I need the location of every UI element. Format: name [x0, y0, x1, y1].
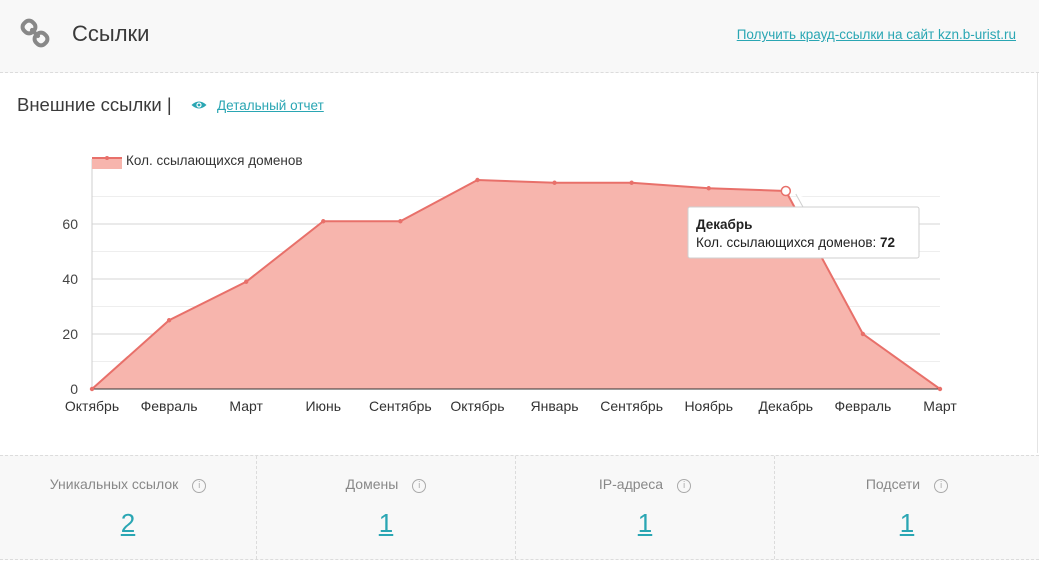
data-point — [475, 177, 480, 183]
stat-unique-links: Уникальных ссылок i 2 — [0, 456, 257, 559]
legend-label: Кол. ссылающихся доменов — [126, 153, 303, 168]
external-links-panel: Внешние ссылки | Детальный отчет 0 20 40 60… — [0, 73, 1038, 453]
data-point — [706, 186, 711, 191]
tooltip-label: Кол. ссылающихся доменов: — [696, 235, 880, 250]
x-tick-label: Сентябрь — [369, 398, 432, 414]
legend-marker — [105, 156, 109, 160]
page-title: Ссылки — [72, 21, 150, 46]
stat-value-link[interactable]: 1 — [900, 508, 914, 538]
x-tick-label: Март — [229, 398, 263, 414]
x-tick-label: Октябрь — [450, 398, 504, 414]
info-icon[interactable]: i — [934, 479, 949, 493]
stat-domains: Домены i 1 — [257, 456, 516, 559]
stat-label: IP-адреса — [598, 476, 664, 492]
x-tick-label: Ноябрь — [684, 398, 733, 414]
tooltip-value: 72 — [880, 235, 895, 250]
y-tick-label: 0 — [70, 381, 78, 397]
page-header: Ссылки Получить крауд-ссылки на сайт kzn… — [0, 0, 1039, 73]
info-icon[interactable]: i — [192, 479, 207, 493]
stat-value-link[interactable]: 1 — [638, 508, 652, 538]
domains-area-chart: 0 20 40 60 Октябрь Февраль Март Июнь Сентябрь Окт… — [62, 153, 957, 414]
stats-row: Уникальных ссылок i 2 Домены i 1 IP-адреса… — [0, 455, 1039, 560]
stat-subnets: Подсети i 1 — [775, 456, 1039, 559]
x-tick-label: Март — [923, 398, 957, 414]
tooltip-pointer — [795, 193, 828, 208]
hover-marker — [780, 185, 792, 197]
data-point — [860, 331, 866, 337]
data-point — [321, 219, 326, 224]
data-point — [398, 219, 403, 224]
x-tick-label: Сентябрь — [600, 398, 663, 414]
stat-value-link[interactable]: 1 — [379, 508, 393, 538]
data-point — [552, 180, 557, 185]
y-tick-label: 40 — [62, 271, 78, 287]
x-tick-label: Февраль — [141, 398, 198, 414]
data-point — [937, 386, 943, 392]
x-tick-label: Январь — [531, 398, 579, 414]
link-icon — [20, 18, 50, 48]
info-icon[interactable]: i — [412, 479, 427, 493]
data-point — [243, 279, 249, 284]
x-tick-label: Октябрь — [65, 398, 119, 414]
stat-value-link[interactable]: 2 — [121, 508, 135, 538]
tooltip-text: Кол. ссылающихся доменов: 72 — [696, 235, 895, 250]
stat-ip-addresses: IP-адреса i 1 — [516, 456, 775, 559]
data-point — [89, 386, 95, 392]
x-tick-label: Июнь — [305, 398, 341, 414]
y-tick-label: 60 — [62, 216, 78, 232]
tooltip-box — [687, 206, 920, 259]
stat-label: Домены — [345, 476, 399, 492]
y-tick-label: 20 — [62, 326, 78, 342]
data-point — [629, 180, 634, 185]
stat-label: Подсети — [865, 476, 921, 492]
stat-label: Уникальных ссылок — [49, 476, 179, 492]
info-icon[interactable]: i — [677, 479, 692, 493]
data-point — [166, 318, 172, 323]
crowd-links-link[interactable]: Получить крауд-ссылки на сайт kzn.b-uris… — [737, 27, 1016, 42]
tooltip-title: Декабрь — [696, 217, 752, 232]
x-tick-label: Декабрь — [759, 398, 814, 414]
x-tick-label: Февраль — [834, 398, 891, 414]
